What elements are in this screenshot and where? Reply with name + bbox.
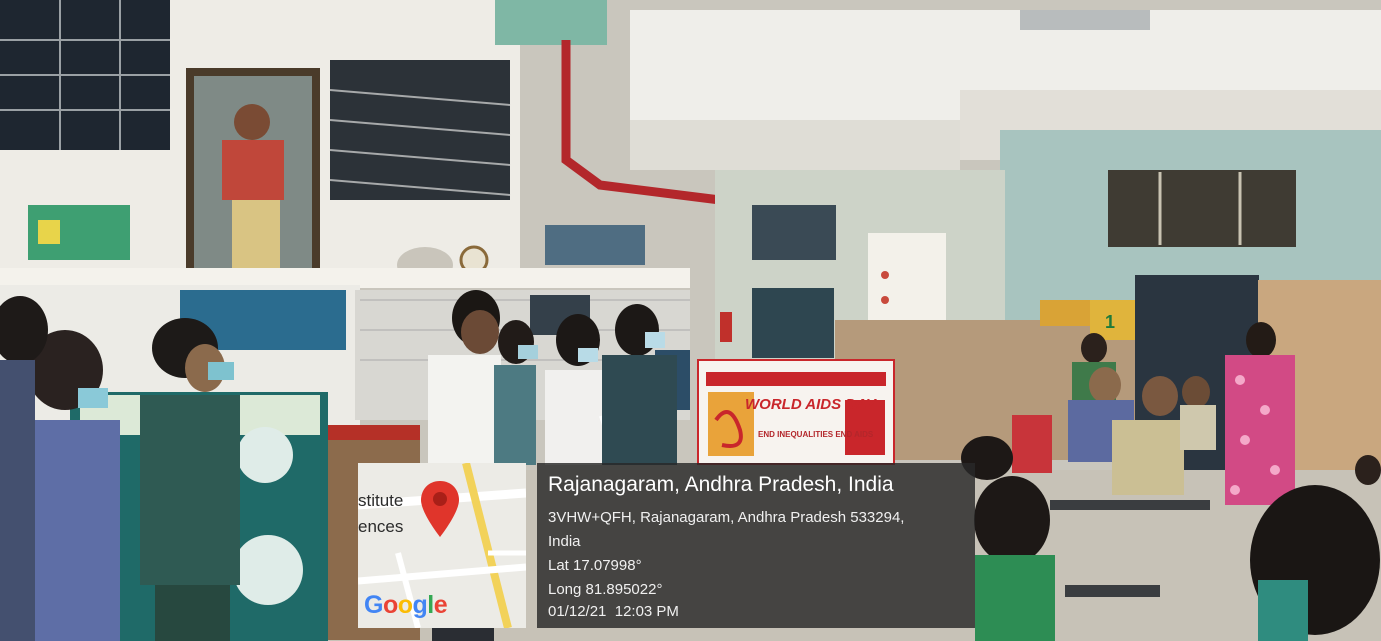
photo-scene: WORLD AIDS DAY END INEQUALITIES END AIDS… bbox=[0, 0, 1381, 641]
banner-title: WORLD AIDS DAY bbox=[745, 396, 876, 413]
longitude-value: Long 81.895022° bbox=[548, 581, 663, 598]
google-letter: e bbox=[433, 591, 448, 619]
map-pin-icon bbox=[421, 481, 459, 537]
banner-subtitle: END INEQUALITIES END AIDS bbox=[758, 430, 874, 439]
address-line1: 3VHW+QFH, Rajanagaram, Andhra Pradesh 53… bbox=[548, 509, 905, 526]
google-letter: o bbox=[397, 591, 413, 619]
datetime-value: 01/12/21 12:03 PM bbox=[548, 603, 679, 620]
latitude-value: Lat 17.07998° bbox=[548, 557, 642, 574]
google-letter: G bbox=[364, 591, 383, 619]
location-info-panel: Rajanagaram, Andhra Pradesh, India 3VHW+… bbox=[537, 463, 975, 628]
side-stand-number: 1 bbox=[1105, 312, 1116, 332]
map-thumbnail: stitute ences Google bbox=[358, 463, 526, 628]
google-letter: o bbox=[382, 591, 398, 619]
map-label-line2: ences bbox=[358, 517, 404, 536]
address-line2: India bbox=[548, 533, 581, 550]
map-label-line1: stitute bbox=[358, 491, 404, 510]
location-title: Rajanagaram, Andhra Pradesh, India bbox=[548, 473, 894, 496]
google-letter: g bbox=[412, 591, 428, 619]
google-logo: Google bbox=[364, 591, 448, 620]
